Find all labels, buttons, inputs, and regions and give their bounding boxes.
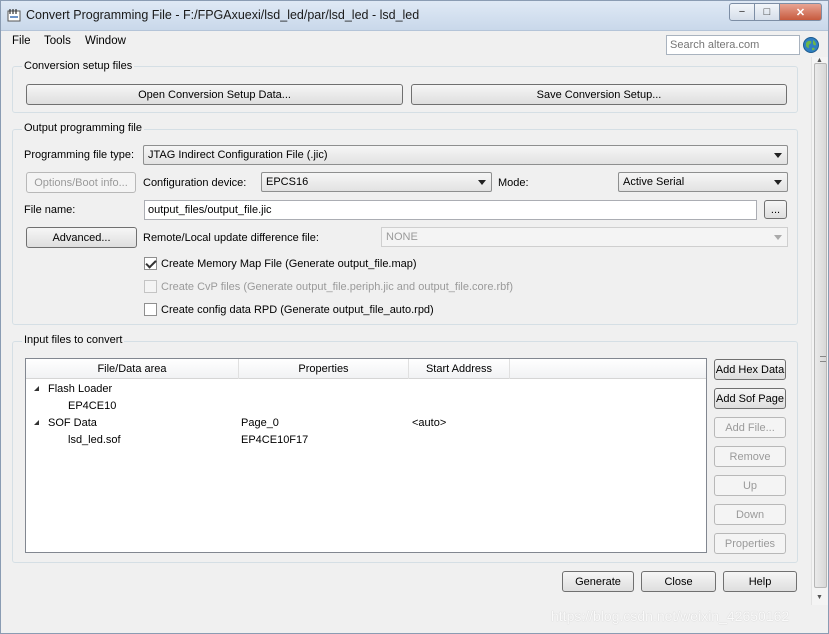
chevron-down-icon	[774, 235, 782, 240]
create-cvp-files-label: Create CvP files (Generate output_file.p…	[161, 281, 513, 293]
vertical-scrollbar[interactable]: ▲ ▼	[811, 57, 828, 605]
scrollbar-thumb[interactable]	[814, 63, 827, 588]
up-button[interactable]: Up	[714, 475, 786, 496]
window-controls: − □ ✕	[729, 3, 822, 22]
row-name: Flash Loader	[48, 383, 113, 395]
create-config-rpd-label: Create config data RPD (Generate output_…	[161, 304, 434, 316]
row-name: EP4CE10	[68, 400, 117, 412]
create-memory-map-checkbox[interactable]	[144, 257, 157, 270]
configuration-device-value: EPCS16	[266, 176, 309, 188]
conversion-setup-title: Conversion setup files	[22, 60, 135, 72]
add-sof-page-button[interactable]: Add Sof Page	[714, 388, 786, 409]
remote-local-update-value: NONE	[386, 231, 418, 243]
remote-local-update-select[interactable]: NONE	[381, 227, 788, 247]
add-hex-data-button[interactable]: Add Hex Data	[714, 359, 786, 380]
menu-window[interactable]: Window	[85, 35, 126, 47]
properties-button[interactable]: Properties	[714, 533, 786, 554]
generate-button[interactable]: Generate	[562, 571, 634, 592]
menu-tools[interactable]: Tools	[44, 35, 71, 47]
save-conversion-setup-button[interactable]: Save Conversion Setup...	[411, 84, 787, 105]
menu-bar: File Tools Window	[1, 31, 828, 57]
file-name-input[interactable]: output_files/output_file.jic	[144, 200, 757, 220]
remote-local-update-label: Remote/Local update difference file:	[143, 232, 319, 244]
dialog-content: Conversion setup files Open Conversion S…	[1, 57, 828, 633]
close-button[interactable]: Close	[641, 571, 716, 592]
remove-button[interactable]: Remove	[714, 446, 786, 467]
add-file-button[interactable]: Add File...	[714, 417, 786, 438]
title-bar[interactable]: Convert Programming File - F:/FPGAxuexi/…	[1, 1, 828, 31]
table-row[interactable]: SOF Data Page_0 <auto>	[26, 415, 706, 432]
programming-file-type-value: JTAG Indirect Configuration File (.jic)	[148, 149, 328, 161]
options-boot-info-button[interactable]: Options/Boot info...	[26, 172, 136, 193]
menu-file[interactable]: File	[12, 35, 31, 47]
programming-file-type-label: Programming file type:	[24, 149, 135, 161]
input-files-table[interactable]: File/Data area Properties Start Address …	[25, 358, 707, 553]
close-window-button[interactable]: ✕	[779, 3, 822, 21]
row-properties: Page_0	[241, 417, 279, 429]
programming-file-type-select[interactable]: JTAG Indirect Configuration File (.jic)	[143, 145, 788, 165]
configuration-device-label: Configuration device:	[143, 177, 247, 189]
expand-triangle-icon[interactable]	[34, 420, 39, 425]
chevron-down-icon	[774, 180, 782, 185]
create-config-rpd-checkbox[interactable]	[144, 303, 157, 316]
file-name-label: File name:	[24, 204, 76, 216]
mode-label: Mode:	[498, 177, 529, 189]
create-cvp-files-checkbox[interactable]	[144, 280, 157, 293]
minimize-button[interactable]: −	[729, 3, 755, 21]
advanced-button[interactable]: Advanced...	[26, 227, 137, 248]
column-header-start-address[interactable]: Start Address	[409, 359, 510, 379]
quartus-app-icon	[7, 9, 21, 22]
output-programming-title: Output programming file	[22, 122, 144, 134]
help-button[interactable]: Help	[723, 571, 797, 592]
open-conversion-setup-button[interactable]: Open Conversion Setup Data...	[26, 84, 403, 105]
row-name: lsd_led.sof	[68, 434, 121, 446]
scroll-down-arrow-icon[interactable]: ▼	[816, 594, 823, 601]
browse-file-button[interactable]: ...	[764, 200, 787, 219]
globe-icon[interactable]	[803, 37, 819, 53]
configuration-device-select[interactable]: EPCS16	[261, 172, 492, 192]
chevron-down-icon	[478, 180, 486, 185]
column-header-properties[interactable]: Properties	[239, 359, 409, 379]
table-header: File/Data area Properties Start Address	[26, 359, 706, 379]
table-row[interactable]: Flash Loader	[26, 381, 706, 398]
chevron-down-icon	[774, 153, 782, 158]
expand-triangle-icon[interactable]	[34, 386, 39, 391]
create-memory-map-label: Create Memory Map File (Generate output_…	[161, 258, 417, 270]
table-row[interactable]: lsd_led.sof EP4CE10F17	[26, 432, 706, 449]
window-title: Convert Programming File - F:/FPGAxuexi/…	[26, 8, 420, 22]
watermark-text: https://blog.csdn.net/weixin_42650162	[551, 608, 790, 624]
grip-icon	[820, 356, 826, 362]
maximize-button[interactable]: □	[754, 3, 780, 21]
input-files-title: Input files to convert	[22, 334, 125, 346]
mode-value: Active Serial	[623, 176, 685, 188]
row-name: SOF Data	[48, 417, 97, 429]
down-button[interactable]: Down	[714, 504, 786, 525]
table-row[interactable]: EP4CE10	[26, 398, 706, 415]
search-input[interactable]	[666, 35, 800, 55]
convert-programming-file-window: Convert Programming File - F:/FPGAxuexi/…	[0, 0, 829, 634]
row-properties: EP4CE10F17	[241, 434, 309, 446]
column-header-file-data-area[interactable]: File/Data area	[26, 359, 239, 379]
row-start-address: <auto>	[412, 417, 447, 429]
mode-select[interactable]: Active Serial	[618, 172, 788, 192]
